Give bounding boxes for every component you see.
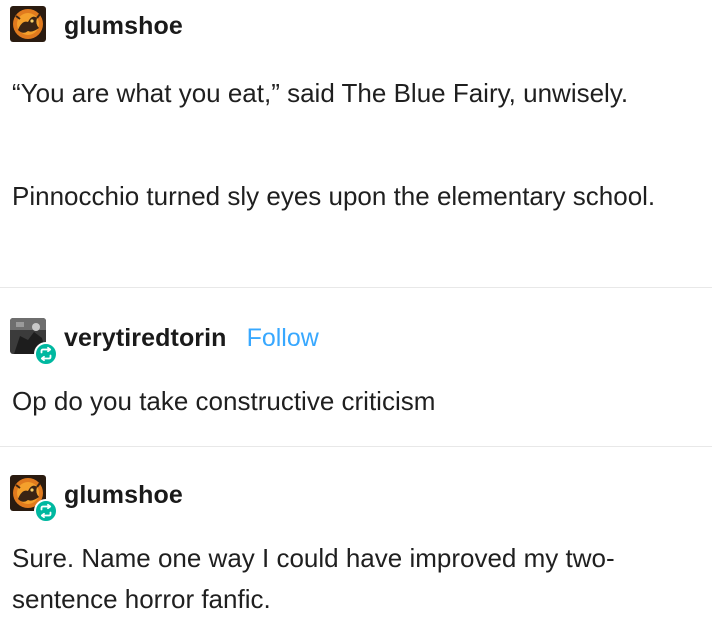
post-text: “You are what you eat,” said The Blue Fa…: [12, 73, 692, 114]
reblog-icon: [34, 342, 58, 366]
username[interactable]: glumshoe: [64, 481, 183, 510]
avatar[interactable]: [8, 473, 58, 523]
follow-button[interactable]: Follow: [247, 324, 319, 353]
post-header: verytiredtorin Follow: [8, 316, 319, 366]
post-reblog: glumshoe Sure. Name one way I could have…: [0, 447, 712, 635]
post-header: glumshoe: [8, 473, 183, 523]
post-reblog: verytiredtorin Follow Op do you take con…: [0, 288, 712, 446]
avatar[interactable]: [8, 316, 58, 366]
post-text: Op do you take constructive criticism: [12, 381, 692, 422]
avatar[interactable]: [8, 4, 52, 48]
fire-creature-avatar-icon: [10, 6, 46, 42]
username[interactable]: glumshoe: [64, 12, 183, 41]
reblog-icon: [34, 499, 58, 523]
post-original: glumshoe “You are what you eat,” said Th…: [0, 0, 712, 287]
post-text: Pinnocchio turned sly eyes upon the elem…: [12, 176, 692, 217]
reblog-thread: glumshoe “You are what you eat,” said Th…: [0, 0, 712, 635]
paragraph: “You are what you eat,” said The Blue Fa…: [12, 78, 629, 108]
paragraph: Pinnocchio turned sly eyes upon the elem…: [12, 181, 656, 211]
paragraph: Sure. Name one way I could have improved…: [12, 543, 615, 614]
post-header: glumshoe: [8, 4, 183, 48]
username[interactable]: verytiredtorin: [64, 324, 227, 353]
post-text: Sure. Name one way I could have improved…: [12, 538, 692, 620]
paragraph: Op do you take constructive criticism: [12, 386, 436, 416]
